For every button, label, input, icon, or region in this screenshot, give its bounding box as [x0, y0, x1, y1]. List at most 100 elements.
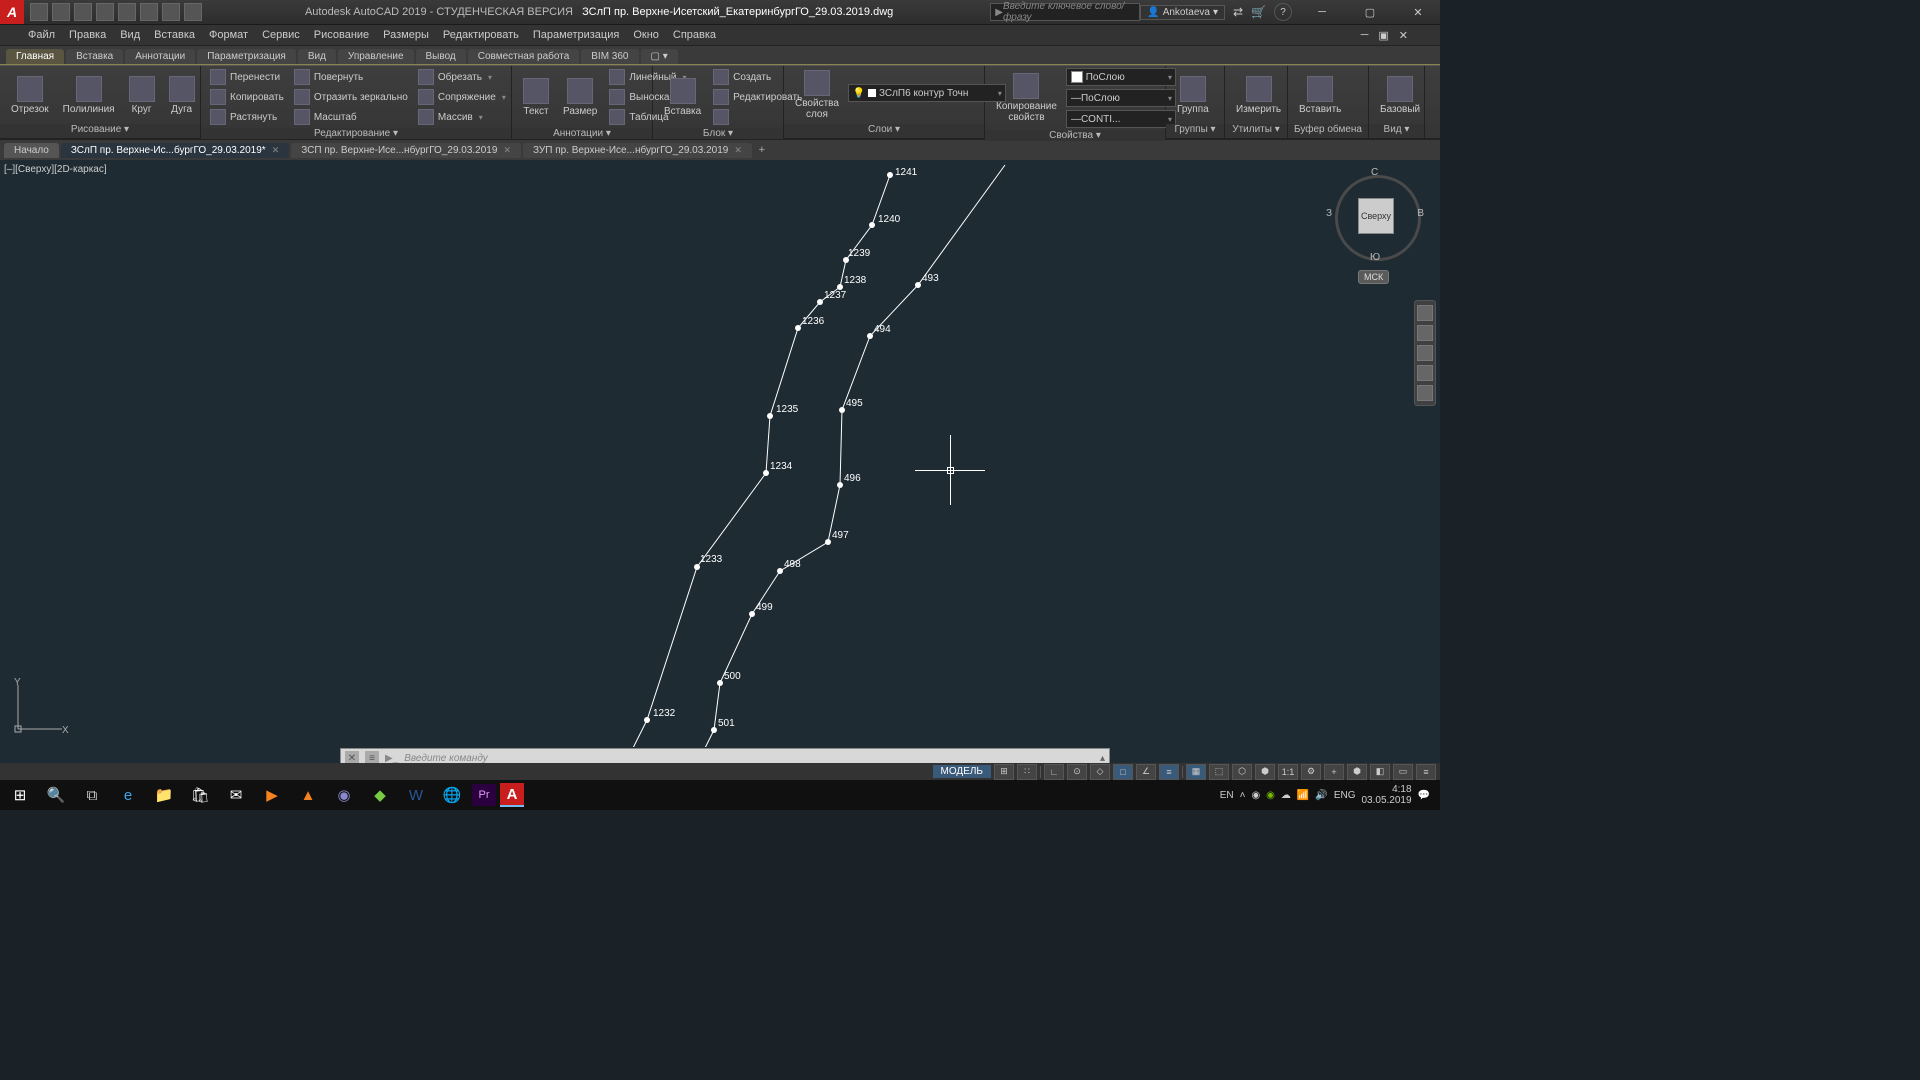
viewcube-east[interactable]: В	[1417, 208, 1424, 219]
measure-button[interactable]: Измерить	[1231, 74, 1286, 117]
grid-toggle[interactable]: ⊞	[994, 764, 1014, 780]
doc-restore-icon[interactable]: ▣	[1374, 29, 1392, 42]
selection-cycling[interactable]: ⬚	[1209, 764, 1229, 780]
viewcube-north[interactable]: С	[1371, 167, 1378, 178]
doc-close-icon[interactable]: ✕	[1395, 29, 1412, 42]
tab-extra[interactable]: ▢ ▾	[641, 49, 678, 64]
line-button[interactable]: Отрезок	[6, 74, 54, 117]
dynamic-ucs[interactable]: ⬢	[1255, 764, 1275, 780]
panel-draw-title[interactable]: Рисование ▾	[0, 124, 200, 138]
store-icon[interactable]: 🛍	[184, 781, 216, 809]
cmd-expand-icon[interactable]: ▴	[1100, 753, 1105, 764]
annotation-scale[interactable]: 1:1	[1278, 764, 1298, 780]
vlc-icon[interactable]: ▲	[292, 781, 324, 809]
color-dropdown[interactable]: ПоСлою	[1066, 68, 1176, 86]
linetype-dropdown[interactable]: — CONTI...	[1066, 110, 1176, 128]
polyline-button[interactable]: Полилиния	[58, 74, 120, 117]
nav-showmotion-icon[interactable]	[1417, 385, 1433, 401]
array-button[interactable]: Массив▾	[415, 108, 509, 126]
viewcube[interactable]: С Ю В З Сверху МСК	[1330, 170, 1420, 260]
explorer-icon[interactable]: 📁	[148, 781, 180, 809]
model-space-button[interactable]: МОДЕЛЬ	[933, 765, 991, 778]
matchprop-button[interactable]: Копирование свойств	[991, 71, 1062, 125]
media-icon[interactable]: ▶	[256, 781, 288, 809]
user-button[interactable]: 👤 Ankotaeva ▾	[1140, 5, 1225, 20]
move-button[interactable]: Перенести	[207, 68, 287, 86]
3dosnap-toggle[interactable]: ⬡	[1232, 764, 1252, 780]
stretch-button[interactable]: Растянуть	[207, 108, 287, 126]
close-tab-icon[interactable]: ✕	[734, 145, 742, 156]
search-input[interactable]: ▶ Введите ключевое слово/фразу	[990, 3, 1140, 21]
panel-modify-title[interactable]: Редактирование ▾	[201, 128, 511, 139]
taskview-button[interactable]: ⧉	[76, 781, 108, 809]
panel-utils-title[interactable]: Утилиты ▾	[1225, 124, 1287, 138]
baseview-button[interactable]: Базовый	[1375, 74, 1425, 117]
fillet-button[interactable]: Сопряжение▾	[415, 88, 509, 106]
menu-dimension[interactable]: Размеры	[383, 29, 429, 41]
qat-more-icon[interactable]	[184, 3, 202, 21]
tab-bim360[interactable]: BIM 360	[581, 49, 638, 64]
qat-plot-icon[interactable]	[118, 3, 136, 21]
tab-manage[interactable]: Управление	[338, 49, 414, 64]
tray-steam-icon[interactable]: ◉	[1251, 790, 1260, 801]
tab-home[interactable]: Главная	[6, 49, 64, 64]
close-tab-icon[interactable]: ✕	[272, 145, 280, 156]
menu-edit[interactable]: Правка	[69, 29, 106, 41]
ucs-badge[interactable]: МСК	[1358, 270, 1389, 284]
clean-screen[interactable]: ▭	[1393, 764, 1413, 780]
ucs-icon[interactable]: YX	[10, 677, 70, 737]
paste-button[interactable]: Вставить	[1294, 74, 1346, 117]
tray-chevron-icon[interactable]: ˄	[1240, 790, 1246, 801]
qat-save-icon[interactable]	[74, 3, 92, 21]
cart-icon[interactable]: 🛒	[1251, 5, 1266, 19]
close-tab-icon[interactable]: ✕	[503, 145, 511, 156]
tab-insert[interactable]: Вставка	[66, 49, 123, 64]
tray-network-icon[interactable]: 📶	[1297, 790, 1309, 801]
tray-volume-icon[interactable]: 🔊	[1315, 790, 1327, 801]
menu-tools[interactable]: Сервис	[262, 29, 300, 41]
file-tab-1[interactable]: ЗСлП пр. Верхне-Ис...бургГО_29.03.2019*✕	[61, 143, 289, 158]
viewcube-west[interactable]: З	[1326, 208, 1332, 219]
tab-view[interactable]: Вид	[298, 49, 336, 64]
mail-icon[interactable]: ✉	[220, 781, 252, 809]
chrome-icon[interactable]: 🌐	[436, 781, 468, 809]
word-icon[interactable]: W	[400, 781, 432, 809]
tray-lang1[interactable]: EN	[1220, 790, 1234, 801]
rotate-button[interactable]: Повернуть	[291, 68, 411, 86]
menu-view[interactable]: Вид	[120, 29, 140, 41]
isolate-objects[interactable]: ◧	[1370, 764, 1390, 780]
close-button[interactable]: ✕	[1400, 0, 1436, 24]
search-button[interactable]: 🔍	[40, 781, 72, 809]
viewcube-face[interactable]: Сверху	[1358, 198, 1394, 234]
mirror-button[interactable]: Отразить зеркально	[291, 88, 411, 106]
maximize-button[interactable]: ▢	[1352, 0, 1388, 24]
steam-icon[interactable]: ◉	[328, 781, 360, 809]
tray-notifications-icon[interactable]: 💬	[1418, 790, 1430, 801]
doc-minimize-icon[interactable]: ─	[1357, 29, 1373, 42]
tab-collab[interactable]: Совместная работа	[468, 49, 580, 64]
menu-parametric[interactable]: Параметризация	[533, 29, 619, 41]
text-button[interactable]: Текст	[518, 76, 554, 119]
tray-lang2[interactable]: ENG	[1334, 790, 1356, 801]
panel-annot-title[interactable]: Аннотации ▾	[512, 128, 652, 139]
layer-props-button[interactable]: Свойства слоя	[790, 68, 844, 122]
tray-onedrive-icon[interactable]: ☁	[1281, 790, 1291, 801]
panel-clip-title[interactable]: Буфер обмена	[1288, 124, 1368, 138]
customize-status[interactable]: ≡	[1416, 764, 1436, 780]
panel-layers-title[interactable]: Слои ▾	[784, 124, 984, 138]
group-button[interactable]: Группа	[1172, 74, 1214, 117]
trim-button[interactable]: Обрезать▾	[415, 68, 509, 86]
isodraft-toggle[interactable]: ◇	[1090, 764, 1110, 780]
copy-button[interactable]: Копировать	[207, 88, 287, 106]
menu-draw[interactable]: Рисование	[314, 29, 369, 41]
tray-clock[interactable]: 4:1803.05.2019	[1361, 784, 1411, 806]
nav-orbit-icon[interactable]	[1417, 365, 1433, 381]
scale-button[interactable]: Масштаб	[291, 108, 411, 126]
minimize-button[interactable]: ─	[1304, 0, 1340, 24]
new-tab-button[interactable]: +	[754, 142, 770, 158]
nav-zoom-icon[interactable]	[1417, 345, 1433, 361]
start-button[interactable]: ⊞	[4, 781, 36, 809]
qat-redo-icon[interactable]	[162, 3, 180, 21]
tray-nvidia-icon[interactable]: ◉	[1266, 790, 1275, 801]
menu-insert[interactable]: Вставка	[154, 29, 195, 41]
